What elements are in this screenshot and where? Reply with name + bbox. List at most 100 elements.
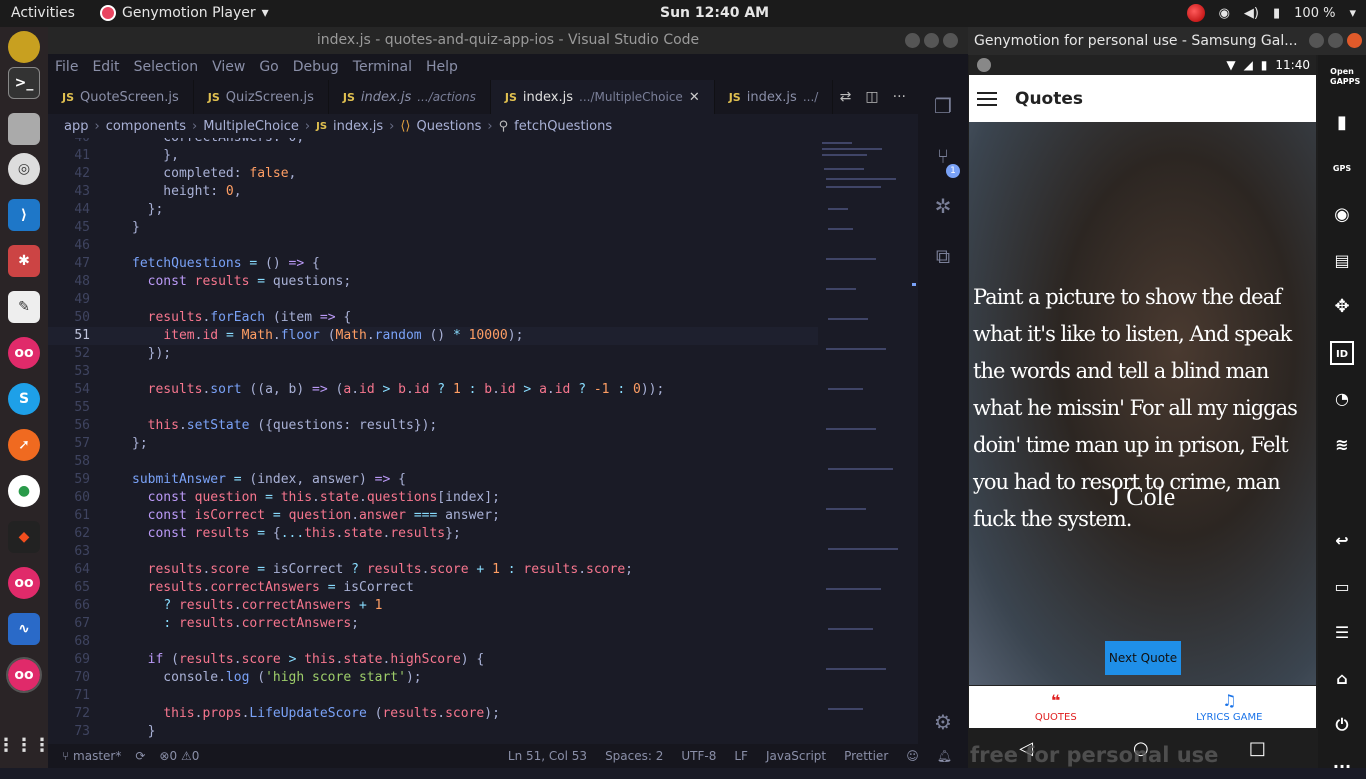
line-endings[interactable]: LF [734,749,748,763]
back-icon[interactable]: ◁ [1019,738,1033,759]
gear-icon[interactable]: ⚙ [931,710,955,734]
battery-widget-icon[interactable]: ▮ [1330,111,1354,135]
breadcrumb-item[interactable]: Questions [416,119,481,134]
maximize-button[interactable] [1328,33,1343,48]
genymotion-player-icon[interactable]: oo [6,657,42,693]
breadcrumb-item[interactable]: fetchQuestions [514,119,612,134]
show-apps-icon[interactable]: ⋮⋮⋮ [0,729,51,761]
nav-quotes[interactable]: ❝ QUOTES [969,686,1143,728]
postman-icon[interactable]: ➚ [8,429,40,461]
network-widget-icon[interactable]: ≋ [1330,433,1354,457]
breadcrumb-item[interactable]: components [106,119,186,134]
compare-changes-icon[interactable]: ⇄ [840,89,852,105]
window-controls[interactable] [1309,33,1362,48]
code-editor[interactable]: 40 correctAnswers: 0, 41 }, 42 completed… [48,138,818,751]
system-monitor-icon[interactable]: ∿ [8,613,40,645]
breadcrumb-item[interactable]: index.js [333,119,383,134]
menu-debug[interactable]: Debug [293,59,339,75]
more-actions-icon[interactable]: ··· [893,89,906,105]
recent-apps-icon[interactable]: ▭ [1330,575,1354,599]
debug-icon[interactable]: ✲ [931,194,955,218]
more-icon[interactable]: ··· [1330,755,1354,779]
home-icon[interactable]: ○ [1133,738,1149,759]
close-button[interactable] [943,33,958,48]
clock[interactable]: Sun 12:40 AM [660,5,769,21]
menu-go[interactable]: Go [259,59,278,75]
android-screen[interactable]: ▼ ◢ ▮ 11:40 Quotes Paint a picture to sh… [969,55,1316,690]
tab-index-other[interactable]: JS index.js .../ [715,80,834,114]
maximize-button[interactable] [924,33,939,48]
gps-widget-button[interactable]: GPS [1330,157,1354,181]
menu-terminal[interactable]: Terminal [353,59,412,75]
language-mode[interactable]: JavaScript [766,749,826,763]
minimize-button[interactable] [905,33,920,48]
home-button-icon[interactable]: ⌂ [1330,667,1354,691]
identifiers-widget-button[interactable]: ID [1330,341,1354,365]
extensions-icon[interactable]: ⧉ [931,244,955,268]
error-icon: ⊗ [159,749,170,763]
window-controls[interactable] [905,33,958,48]
genymotion-icon[interactable]: oo [8,567,40,599]
formatter[interactable]: Prettier [844,749,888,763]
tab-hint: .../MultipleChoice [579,90,683,104]
files-icon[interactable] [8,113,40,145]
recents-icon[interactable]: □ [1249,738,1266,759]
encoding[interactable]: UTF-8 [681,749,716,763]
skype-icon[interactable]: S [8,383,40,415]
minimize-button[interactable] [1309,33,1324,48]
menu-button-icon[interactable]: ☰ [1330,621,1354,645]
tab-quotescreen[interactable]: JS QuoteScreen.js [48,80,194,114]
chrome-icon[interactable] [8,31,40,63]
problems-indicator[interactable]: ⊗0 ⚠0 [159,749,199,763]
disk-io-icon[interactable]: ◔ [1330,387,1354,411]
explorer-icon[interactable]: ❐ [931,94,955,118]
tab-quizscreen[interactable]: JS QuizScreen.js [194,80,329,114]
move-widget-icon[interactable]: ✥ [1330,295,1354,319]
system-tray[interactable]: ◉ ◀) ▮ 100 % ▾ [1186,4,1356,22]
genymotion-icon[interactable]: oo [8,337,40,369]
menu-file[interactable]: File [55,59,78,75]
breadcrumb-item[interactable]: app [64,119,88,134]
quote-background-image: Paint a picture to show the deaf what it… [969,122,1316,685]
vscode-icon[interactable]: ⟩ [8,199,40,231]
menu-view[interactable]: View [212,59,245,75]
disks-icon[interactable]: ◎ [8,153,40,185]
close-button[interactable] [1347,33,1362,48]
menu-selection[interactable]: Selection [134,59,199,75]
power-icon[interactable]: ⏻ [1330,713,1354,737]
editor-pane: JS QuoteScreen.js JS QuizScreen.js JS index… [48,80,918,751]
sync-icon[interactable]: ⟳ [135,749,145,763]
figma-icon[interactable]: ◆ [8,521,40,553]
back-button-icon[interactable]: ↩ [1330,529,1354,553]
cursor-position[interactable]: Ln 51, Col 53 [508,749,587,763]
app-menu[interactable]: Genymotion Player ▾ [100,5,269,21]
open-gapps-button[interactable]: Open GAPPS [1330,67,1360,91]
text-editor-icon[interactable]: ✎ [8,291,40,323]
close-icon[interactable]: ✕ [689,90,700,105]
js-file-icon: JS [316,120,328,132]
terminal-icon[interactable]: >_ [8,67,40,99]
record-indicator-icon[interactable] [1186,4,1205,22]
indentation[interactable]: Spaces: 2 [605,749,663,763]
git-branch[interactable]: ⑂ master* [62,749,121,763]
wifi-icon: ▼ [1226,58,1236,72]
menu-icon[interactable] [977,91,997,106]
feedback-icon[interactable]: ☺ [906,749,919,763]
menu-edit[interactable]: Edit [92,59,119,75]
settings-tool-icon[interactable]: ✱ [8,245,40,277]
nav-lyrics-game[interactable]: ♫ LYRICS GAME [1143,686,1317,728]
tab-index-actions[interactable]: JS index.js .../actions [329,80,491,114]
mongodb-compass-icon[interactable]: ● [8,475,40,507]
split-editor-icon[interactable]: ◫ [865,89,878,105]
battery-icon: ▮ [1273,5,1281,21]
media-widget-icon[interactable]: ▤ [1330,249,1354,273]
tab-index-multiplechoice[interactable]: JS index.js .../MultipleChoice ✕ [490,80,715,114]
next-quote-button[interactable]: Next Quote [1105,641,1181,675]
bell-icon[interactable]: 🔔︎ [937,749,952,763]
activities-button[interactable]: Activities [11,5,75,21]
minimap[interactable] [818,138,918,751]
menu-help[interactable]: Help [426,59,458,75]
breadcrumb-item[interactable]: MultipleChoice [203,119,299,134]
android-nav-bar: ◁ ○ □ [969,729,1316,767]
camera-widget-icon[interactable]: ◉ [1330,203,1354,227]
